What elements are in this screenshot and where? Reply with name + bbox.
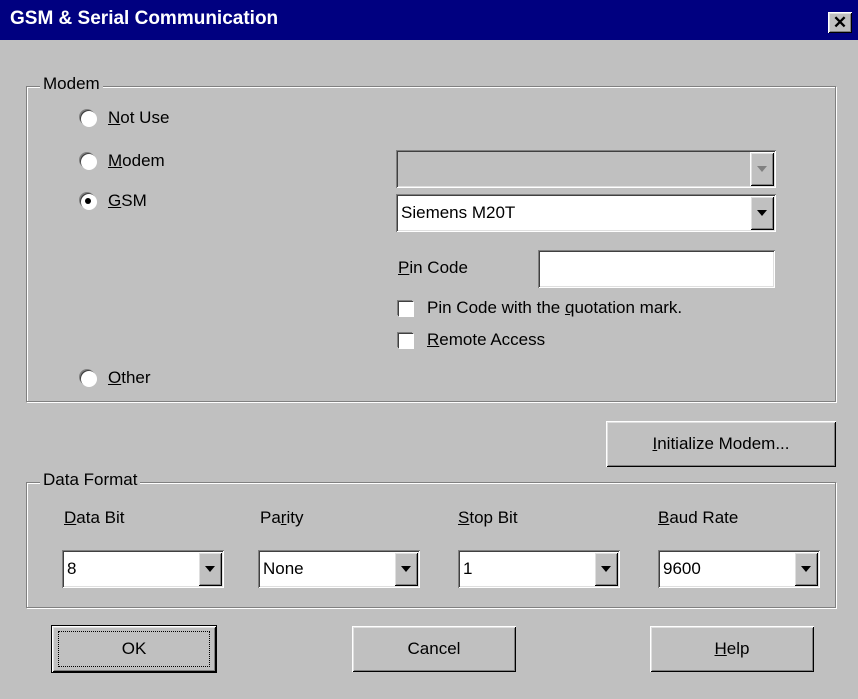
parity-value: None [263, 559, 304, 578]
baud-rate-select[interactable]: 9600 [658, 550, 820, 588]
radio-modem-indicator [80, 153, 96, 169]
chevron-down-icon[interactable] [750, 152, 774, 186]
modem-group [26, 86, 836, 402]
initialize-modem-label: Initialize Modem... [652, 434, 790, 453]
radio-other[interactable]: Other [80, 368, 151, 388]
initialize-modem-button[interactable]: Initialize Modem... [606, 421, 836, 467]
radio-not-use-label: Not Use [108, 108, 170, 127]
radio-not-use[interactable]: Not Use [80, 108, 169, 128]
chevron-down-icon[interactable] [750, 196, 774, 230]
remote-access-checkbox-label: Remote Access [427, 330, 546, 349]
stop-bit-value: 1 [463, 559, 473, 578]
pin-quote-checkbox-box [398, 300, 413, 316]
help-button[interactable]: Help [650, 626, 814, 672]
title-bar: GSM & Serial Communication ✕ [0, 0, 858, 40]
modem-type-combo[interactable] [396, 150, 776, 188]
data-bit-select[interactable]: 8 [62, 550, 224, 588]
ok-button[interactable]: OK [52, 626, 216, 672]
pin-code-input[interactable] [538, 250, 775, 288]
remote-access-checkbox-box [398, 332, 413, 348]
close-icon: ✕ [832, 13, 848, 32]
stop-bit-label: Stop Bit [458, 508, 518, 527]
data-bit-value: 8 [67, 559, 77, 578]
cancel-button[interactable]: Cancel [352, 626, 516, 672]
chevron-down-icon[interactable] [198, 552, 222, 586]
focus-rect [58, 631, 210, 667]
chevron-down-icon[interactable] [594, 552, 618, 586]
radio-modem[interactable]: Modem [80, 151, 165, 171]
pin-code-label: Pin Code [398, 258, 468, 277]
gsm-type-value: Siemens M20T [401, 203, 516, 222]
chevron-down-icon[interactable] [794, 552, 818, 586]
stop-bit-select[interactable]: 1 [458, 550, 620, 588]
pin-quote-checkbox-label: Pin Code with the quotation mark. [427, 298, 683, 317]
help-label: Help [714, 639, 750, 658]
radio-gsm[interactable]: GSM [80, 191, 147, 211]
baud-rate-label: Baud Rate [658, 508, 739, 527]
radio-other-label: Other [108, 368, 151, 387]
data-format-group [26, 482, 836, 608]
radio-gsm-indicator [80, 193, 96, 209]
close-button[interactable]: ✕ [828, 12, 852, 33]
radio-modem-label: Modem [108, 151, 165, 170]
parity-select[interactable]: None [258, 550, 420, 588]
pin-quote-checkbox[interactable]: Pin Code with the quotation mark. [398, 298, 682, 318]
chevron-down-icon[interactable] [394, 552, 418, 586]
gsm-type-combo[interactable]: Siemens M20T [396, 194, 776, 232]
window-title: GSM & Serial Communication [10, 8, 279, 29]
radio-gsm-label: GSM [108, 191, 147, 210]
radio-other-indicator [80, 370, 96, 386]
cancel-label: Cancel [407, 639, 461, 658]
radio-not-use-indicator [80, 110, 96, 126]
data-bit-label: Data Bit [64, 508, 125, 527]
parity-label: Parity [260, 508, 304, 527]
baud-rate-value: 9600 [663, 559, 701, 578]
modem-group-legend: Modem [40, 74, 103, 94]
data-format-legend: Data Format [40, 470, 141, 490]
remote-access-checkbox[interactable]: Remote Access [398, 330, 545, 350]
